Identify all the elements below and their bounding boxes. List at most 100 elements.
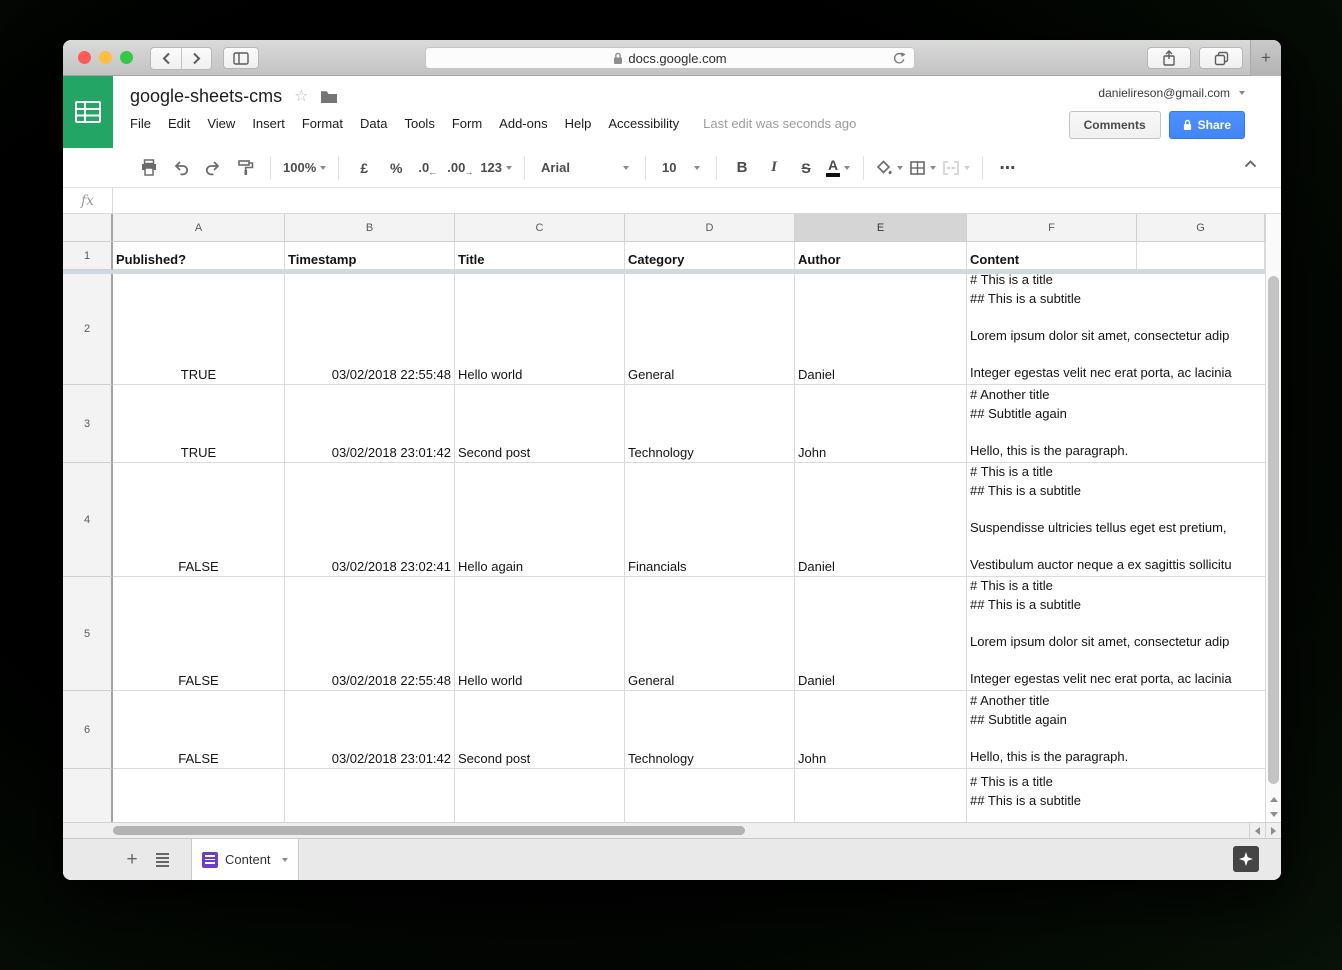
cell-content[interactable]: # Another title ## Subtitle again Hello,… xyxy=(967,385,1265,463)
formula-input[interactable] xyxy=(113,188,1281,213)
bold-button[interactable]: B xyxy=(729,155,755,181)
cell-author[interactable]: John xyxy=(795,691,967,769)
cell-author[interactable]: John xyxy=(795,385,967,463)
cell-timestamp[interactable]: 03/02/2018 23:01:42 xyxy=(285,385,455,463)
column-header-b[interactable]: B xyxy=(285,214,455,241)
close-window-button[interactable] xyxy=(78,51,91,64)
sheet-tab-content[interactable]: Content xyxy=(191,839,299,880)
cell-published[interactable] xyxy=(113,769,285,822)
address-bar[interactable]: docs.google.com xyxy=(425,47,915,69)
row-number[interactable] xyxy=(63,769,113,822)
minimize-window-button[interactable] xyxy=(99,51,112,64)
sidebar-toggle-button[interactable] xyxy=(223,47,259,69)
header-empty[interactable] xyxy=(1137,242,1265,270)
header-author[interactable]: Author xyxy=(795,242,967,270)
cell-title[interactable]: Second post xyxy=(455,691,625,769)
comments-button[interactable]: Comments xyxy=(1068,111,1161,139)
cell-published[interactable]: FALSE xyxy=(113,463,285,577)
collapse-toolbar-button[interactable] xyxy=(1244,160,1257,168)
menu-help[interactable]: Help xyxy=(565,116,592,131)
zoom-select[interactable]: 100% xyxy=(283,155,327,181)
cell-published[interactable]: TRUE xyxy=(113,385,285,463)
row-number[interactable]: 6 xyxy=(63,691,113,769)
reload-button[interactable] xyxy=(892,51,906,66)
header-content[interactable]: Content xyxy=(967,242,1137,270)
header-category[interactable]: Category xyxy=(625,242,795,270)
merge-cells-button[interactable] xyxy=(942,155,971,181)
sheets-logo[interactable] xyxy=(63,76,113,148)
cell-author[interactable] xyxy=(795,769,967,822)
vertical-scrollbar[interactable] xyxy=(1265,214,1281,822)
print-button[interactable] xyxy=(136,155,162,181)
header-published[interactable]: Published? xyxy=(113,242,285,270)
fill-color-button[interactable] xyxy=(876,155,904,181)
cell-title[interactable]: Hello again xyxy=(455,463,625,577)
scroll-right-button[interactable] xyxy=(1265,823,1281,839)
horizontal-scrollbar-thumb[interactable] xyxy=(113,826,745,835)
cell-author[interactable]: Daniel xyxy=(795,577,967,691)
cell-category[interactable]: Technology xyxy=(625,691,795,769)
cell-published[interactable]: TRUE xyxy=(113,274,285,385)
all-sheets-button[interactable] xyxy=(156,852,169,867)
number-format-menu[interactable]: 123 xyxy=(480,155,513,181)
cell-timestamp[interactable]: 03/02/2018 22:55:48 xyxy=(285,274,455,385)
share-button[interactable]: Share xyxy=(1168,111,1245,139)
row-number[interactable]: 3 xyxy=(63,385,113,463)
forward-button[interactable] xyxy=(181,48,211,69)
cell-content[interactable]: # This is a title ## This is a subtitle xyxy=(967,769,1265,822)
cell-category[interactable]: General xyxy=(625,577,795,691)
strikethrough-button[interactable]: S xyxy=(793,155,819,181)
redo-button[interactable] xyxy=(200,155,226,181)
document-title[interactable]: google-sheets-cms xyxy=(130,86,282,107)
cell-content[interactable]: # This is a title ## This is a subtitle … xyxy=(967,577,1265,691)
account-menu[interactable]: danielireson@gmail.com xyxy=(1098,86,1245,100)
horizontal-scrollbar[interactable] xyxy=(63,822,1281,839)
cell-content[interactable]: # This is a title ## This is a subtitle … xyxy=(967,274,1265,385)
share-page-button[interactable] xyxy=(1147,47,1191,69)
cell-title[interactable]: Hello world xyxy=(455,274,625,385)
menu-insert[interactable]: Insert xyxy=(252,116,285,131)
font-size-select[interactable]: 10 xyxy=(658,155,704,181)
scroll-left-button[interactable] xyxy=(1249,823,1265,839)
cell-category[interactable]: General xyxy=(625,274,795,385)
cell-category[interactable] xyxy=(625,769,795,822)
menu-view[interactable]: View xyxy=(207,116,235,131)
row-number[interactable]: 5 xyxy=(63,577,113,691)
vertical-scrollbar-thumb[interactable] xyxy=(1268,276,1279,784)
percent-format-button[interactable]: % xyxy=(383,155,409,181)
menu-accessibility[interactable]: Accessibility xyxy=(608,116,679,131)
column-header-f[interactable]: F xyxy=(967,214,1137,241)
column-header-g[interactable]: G xyxy=(1137,214,1265,241)
more-toolbar-button[interactable]: ⋯ xyxy=(995,155,1021,181)
borders-button[interactable] xyxy=(909,155,937,181)
header-timestamp[interactable]: Timestamp xyxy=(285,242,455,270)
star-icon[interactable]: ☆ xyxy=(294,88,308,105)
header-title[interactable]: Title xyxy=(455,242,625,270)
folder-icon[interactable] xyxy=(320,90,338,103)
menu-file[interactable]: File xyxy=(130,116,151,131)
currency-format-button[interactable]: £ xyxy=(351,155,377,181)
menu-tools[interactable]: Tools xyxy=(404,116,434,131)
cell-title[interactable]: Hello world xyxy=(455,577,625,691)
cell-title[interactable] xyxy=(455,769,625,822)
paint-format-button[interactable] xyxy=(232,155,258,181)
explore-button[interactable] xyxy=(1233,846,1259,872)
new-tab-button[interactable]: + xyxy=(1250,40,1281,76)
menu-data[interactable]: Data xyxy=(360,116,387,131)
column-header-e[interactable]: E xyxy=(795,214,967,241)
scroll-down-button[interactable] xyxy=(1266,807,1281,821)
column-header-c[interactable]: C xyxy=(455,214,625,241)
menu-format[interactable]: Format xyxy=(302,116,343,131)
cell-category[interactable]: Financials xyxy=(625,463,795,577)
cell-title[interactable]: Second post xyxy=(455,385,625,463)
cell-author[interactable]: Daniel xyxy=(795,463,967,577)
increase-decimal-button[interactable]: .00 → xyxy=(447,155,474,181)
cell-timestamp[interactable]: 03/02/2018 23:02:41 xyxy=(285,463,455,577)
cell-category[interactable]: Technology xyxy=(625,385,795,463)
row-number[interactable]: 1 xyxy=(63,242,113,270)
font-select[interactable]: Arial xyxy=(537,155,633,181)
menu-form[interactable]: Form xyxy=(452,116,482,131)
text-color-button[interactable]: A xyxy=(825,155,851,181)
italic-button[interactable]: I xyxy=(761,155,787,181)
row-number[interactable]: 4 xyxy=(63,463,113,577)
